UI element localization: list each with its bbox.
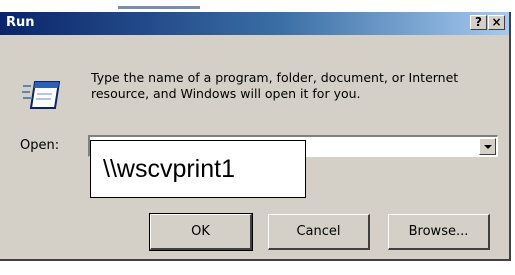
background-window-edge [118,6,200,9]
instruction-text: Type the name of a program, folder, docu… [91,70,459,101]
open-label: Open: [20,138,60,153]
close-button[interactable]: × [488,15,505,30]
dropdown-arrow-icon[interactable] [479,138,496,155]
ok-button[interactable]: OK [149,213,253,251]
cancel-button[interactable]: Cancel [268,214,370,250]
run-dialog: Run ? × Type the name of a program, fold… [0,12,511,261]
run-window-icon [22,81,60,109]
dialog-title: Run [6,15,35,30]
open-input-value[interactable]: \\wscvprint1 [90,140,306,198]
help-button[interactable]: ? [470,15,487,30]
browse-button[interactable]: Browse... [388,214,490,250]
title-bar[interactable]: Run ? × [0,12,509,35]
background-strip [0,0,515,12]
